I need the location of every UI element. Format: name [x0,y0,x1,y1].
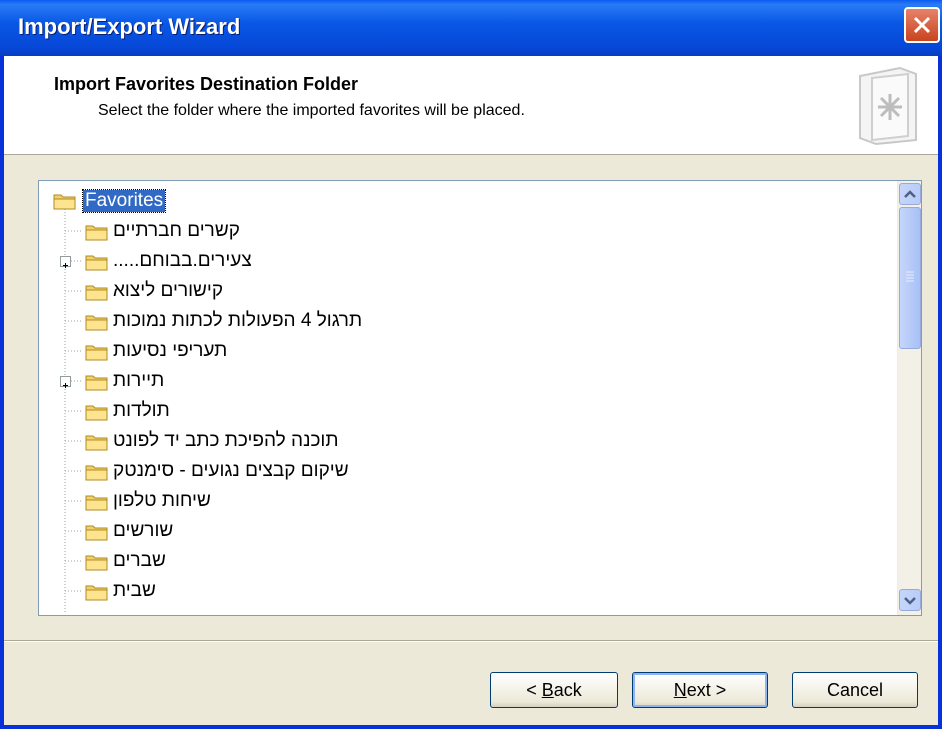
back-button-label: ack [553,680,582,700]
expand-plus-icon[interactable] [60,376,71,388]
scroll-up-icon [904,190,916,198]
tree-item-label: Favorites [81,189,167,213]
folder-icon [85,433,109,451]
next-button[interactable]: Next > [632,672,768,708]
grip-icon [906,271,914,282]
close-icon [913,16,931,34]
tree-item[interactable]: תיירות [39,367,895,397]
tree-root-favorites[interactable]: Favorites [39,187,895,217]
tree-item-label: קישורים ליצוא [113,280,224,301]
folder-tree[interactable]: Favorites קשרים חברתיים צעירים.בבוחם..... ק… [38,180,922,616]
tree-item[interactable]: קשרים חברתיים [39,217,895,247]
folder-icon [85,313,109,331]
tree-item[interactable]: תעריפי נסיעות [39,337,895,367]
tree-item[interactable]: קישורים ליצוא [39,277,895,307]
folder-icon [85,403,109,421]
expand-plus-icon[interactable] [60,256,71,268]
folder-icon [85,343,109,361]
close-button[interactable] [904,7,940,43]
folder-icon [85,253,109,271]
scroll-thumb[interactable] [899,207,921,349]
tree-item[interactable]: שבית [39,577,895,607]
tree-item-label: תרגול 4 הפעולות לכתות נמוכות [113,310,363,331]
next-button-label: ext > [686,680,727,700]
tree-item[interactable]: תרגול 4 הפעולות לכתות נמוכות [39,307,895,337]
tree-item-label: שורשים [113,520,174,541]
folder-icon [85,493,109,511]
folder-icon [85,583,109,601]
cancel-button[interactable]: Cancel [792,672,918,708]
tree-item-label: שיחות טלפון [113,490,211,511]
footer-divider [4,640,938,642]
tree-item-label: תיירות [113,370,165,391]
wizard-window: Import/Export Wizard Import Favorites De… [0,0,942,729]
page-subtitle: Select the folder where the imported fav… [98,102,525,119]
scroll-down-button[interactable] [899,589,921,611]
tree-item[interactable]: שיחות טלפון [39,487,895,517]
folder-icon [85,373,109,391]
tree-item-label: שברים [113,550,166,571]
back-button[interactable]: < Back [490,672,618,708]
tree-item[interactable]: צעירים.בבוחם..... [39,247,895,277]
tree-item-label: שבית [113,580,156,601]
tree-item-label: צעירים.בבוחם..... [113,250,252,271]
folder-icon [85,223,109,241]
page-title: Import Favorites Destination Folder [54,74,359,94]
title-bar[interactable]: Import/Export Wizard [0,0,942,56]
folder-open-icon [53,192,77,210]
scroll-up-button[interactable] [899,183,921,205]
back-button-prefix: < [526,680,542,700]
vertical-scrollbar[interactable] [897,181,921,615]
tree-item[interactable]: תוכנה להפיכת כתב יד לפונט [39,427,895,457]
tree-item-label: קשרים חברתיים [113,220,240,241]
next-button-mnemonic: N [673,680,687,700]
window-title: Import/Export Wizard [18,14,241,39]
tree-item[interactable]: תולדות [39,397,895,427]
tree-item[interactable]: שיקום קבצים נגועים - סימנטק [39,457,895,487]
tree-item-label: שיקום קבצים נגועים - סימנטק [113,460,349,481]
folder-icon [85,523,109,541]
tree-item-label: תוכנה להפיכת כתב יד לפונט [113,430,339,451]
tree-item-label: תולדות [113,400,170,421]
folder-icon [85,553,109,571]
tree-item[interactable]: שורשים [39,517,895,547]
back-button-mnemonic: B [541,680,554,700]
tree-item[interactable]: שברים [39,547,895,577]
wizard-header: Import Favorites Destination Folder Sele… [4,56,938,155]
tree-item-label: תעריפי נסיעות [113,340,228,361]
folder-icon [85,283,109,301]
folder-icon [85,463,109,481]
wizard-icon [859,66,917,146]
scroll-down-icon [904,597,916,605]
